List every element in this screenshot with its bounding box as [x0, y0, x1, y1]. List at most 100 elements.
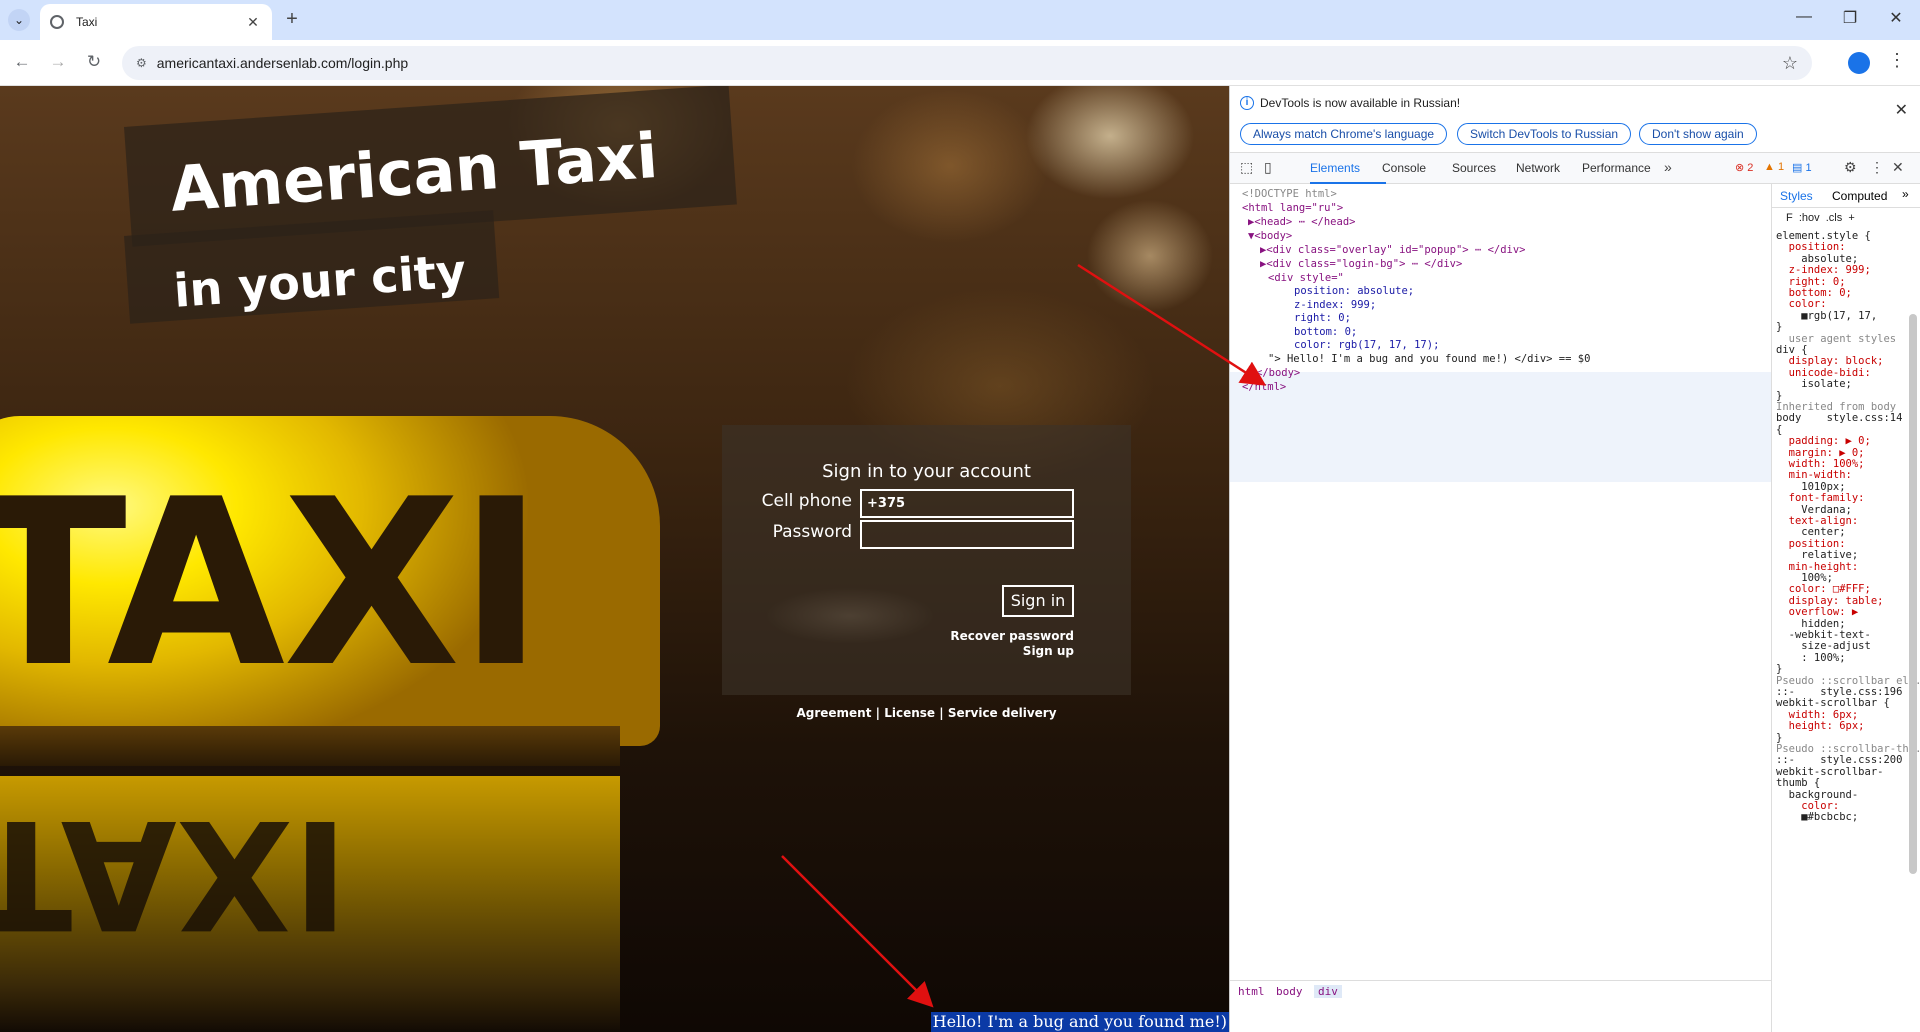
inspect-element-icon[interactable]: ⬚	[1240, 159, 1253, 176]
bookmark-star-icon[interactable]: ☆	[1782, 53, 1798, 74]
browser-menu-icon[interactable]: ⋮	[1888, 50, 1906, 71]
elements-tree: <!DOCTYPE html> <html lang="ru"> ▶<head>…	[1230, 184, 1771, 1002]
tab-strip: ⌄ Taxi ✕ + — ❐ ✕	[0, 0, 1920, 40]
phone-input[interactable]: +375	[860, 489, 1074, 518]
phone-label: Cell phone	[761, 491, 852, 511]
code-line[interactable]: </html>	[1242, 381, 1286, 393]
selected-node-highlight	[1230, 372, 1771, 482]
code-line[interactable]: <div style="	[1268, 272, 1344, 284]
code-line[interactable]: ▶<div class="login-bg"> ⋯ </div>	[1260, 258, 1462, 270]
message-count: 1	[1805, 162, 1812, 174]
style-rule-line: body style.css:14	[1776, 412, 1903, 425]
license-link[interactable]: License	[884, 706, 935, 720]
devtools-panel: i DevTools is now available in Russian! …	[1229, 86, 1920, 1032]
style-rule-line: }	[1776, 663, 1783, 676]
breadcrumb-html[interactable]: html	[1238, 985, 1265, 998]
browser-chrome: ⌄ Taxi ✕ + — ❐ ✕ ← → ↻ ⚙ americantaxi.an…	[0, 0, 1920, 86]
style-rule-line: unicode-bidi:	[1776, 366, 1871, 379]
new-tab-button[interactable]: +	[280, 8, 304, 31]
style-rule-line: margin: ▶ 0;	[1776, 446, 1865, 459]
style-rule-line: padding: ▶ 0;	[1776, 435, 1871, 448]
browser-tab[interactable]: Taxi ✕	[40, 4, 272, 40]
style-rule-line: ::- style.css:200	[1776, 754, 1903, 767]
settings-gear-icon[interactable]: ⚙	[1844, 159, 1857, 176]
style-rule-line: }	[1776, 321, 1783, 334]
address-bar[interactable]: ⚙ americantaxi.andersenlab.com/login.php…	[122, 46, 1812, 80]
style-rule-line: display: block;	[1776, 355, 1884, 368]
code-line: color: rgb(17, 17, 17);	[1294, 339, 1440, 351]
code-line: bottom: 0;	[1294, 326, 1358, 338]
tab-computed[interactable]: Computed	[1832, 189, 1887, 203]
style-rule-line: right: 0;	[1776, 275, 1846, 288]
back-icon[interactable]: ←	[10, 52, 34, 72]
warning-count-badge[interactable]: ▲ 1	[1764, 161, 1784, 173]
close-notice-icon[interactable]: ✕	[1895, 100, 1908, 120]
close-window-icon[interactable]: ✕	[1876, 8, 1916, 28]
tab-search-icon[interactable]: ⌄	[8, 9, 30, 31]
style-rule-line: width: 100%;	[1776, 458, 1865, 470]
styles-filter-bar[interactable]: F :hov .cls +	[1786, 212, 1855, 224]
info-icon: i	[1240, 96, 1254, 110]
code-line[interactable]: <!DOCTYPE html>	[1242, 188, 1337, 200]
reload-icon[interactable]: ↻	[82, 52, 106, 72]
restore-icon[interactable]: ❐	[1830, 8, 1870, 28]
style-rule-line: {	[1776, 423, 1783, 436]
more-style-tabs-icon[interactable]: »	[1902, 187, 1909, 201]
profile-avatar-icon[interactable]	[1848, 52, 1870, 74]
tab-console[interactable]: Console	[1382, 161, 1426, 175]
message-count-badge[interactable]: ▤ 1	[1792, 161, 1812, 174]
breadcrumb-div[interactable]: div	[1314, 985, 1342, 998]
style-rule-line: isolate;	[1776, 378, 1852, 391]
password-input[interactable]	[860, 520, 1074, 549]
tab-title: Taxi	[76, 15, 98, 29]
style-rule-line: color:	[1776, 800, 1840, 812]
code-line[interactable]: <html lang="ru">	[1242, 202, 1343, 214]
error-count-badge[interactable]: ⊗ 2	[1735, 161, 1753, 174]
styles-scrollbar[interactable]	[1909, 314, 1917, 874]
code-line: right: 0;	[1294, 312, 1351, 324]
styles-pane: Styles Computed » F :hov .cls + element.…	[1771, 184, 1920, 1032]
devtools-language-notice: i DevTools is now available in Russian!	[1240, 96, 1460, 110]
code-line[interactable]: </body>	[1256, 367, 1300, 379]
style-rule-line: min-height:	[1776, 560, 1859, 573]
code-line[interactable]: ▶<div class="overlay" id="popup"> ⋯ </di…	[1260, 244, 1526, 256]
device-toolbar-icon[interactable]: ▯	[1264, 159, 1272, 176]
always-match-language-button[interactable]: Always match Chrome's language	[1240, 123, 1448, 145]
login-title: Sign in to your account	[822, 461, 1031, 482]
close-devtools-icon[interactable]: ✕	[1892, 159, 1904, 176]
tab-styles[interactable]: Styles	[1780, 189, 1813, 203]
style-rule-line: color:	[1776, 298, 1827, 311]
close-tab-icon[interactable]: ✕	[244, 14, 262, 31]
style-rule-line: ■#bcbcbc;	[1776, 811, 1859, 824]
style-rule-line: overflow: ▶	[1776, 606, 1859, 619]
sign-up-link[interactable]: Sign up	[1023, 644, 1074, 658]
code-line: z-index: 999;	[1294, 299, 1377, 311]
tab-sources[interactable]: Sources	[1452, 161, 1496, 175]
style-rule-line: center;	[1776, 526, 1846, 539]
tab-elements[interactable]: Elements	[1310, 161, 1360, 175]
style-rule-line: bottom: 0;	[1776, 287, 1852, 299]
tab-performance[interactable]: Performance	[1582, 161, 1651, 175]
service-delivery-link[interactable]: Service delivery	[948, 706, 1057, 720]
url-text: americantaxi.andersenlab.com/login.php	[156, 55, 409, 71]
code-line[interactable]: ▶<head> ⋯ </head>	[1248, 216, 1355, 228]
tab-network[interactable]: Network	[1516, 161, 1560, 175]
devtools-menu-icon[interactable]: ⋮	[1870, 159, 1884, 176]
forward-icon[interactable]: →	[46, 52, 70, 72]
more-tabs-icon[interactable]: »	[1664, 159, 1672, 175]
globe-icon	[50, 15, 64, 29]
sign-in-button[interactable]: Sign in	[1002, 585, 1074, 617]
recover-password-link[interactable]: Recover password	[950, 629, 1074, 643]
code-line[interactable]: "> Hello! I'm a bug and you found me!) <…	[1268, 353, 1590, 365]
bug-text: Hello! I'm a bug and you found me!)	[930, 1012, 1229, 1032]
agreement-link[interactable]: Agreement	[796, 706, 871, 720]
code-line[interactable]: ▼<body>	[1248, 230, 1292, 242]
style-rule-line: }	[1776, 731, 1783, 744]
dont-show-again-button[interactable]: Don't show again	[1639, 123, 1757, 145]
minimize-icon[interactable]: —	[1784, 8, 1824, 26]
switch-language-button[interactable]: Switch DevTools to Russian	[1457, 123, 1632, 145]
style-rule-line: }	[1776, 389, 1783, 402]
breadcrumb-body[interactable]: body	[1276, 985, 1303, 998]
site-info-icon[interactable]: ⚙	[136, 56, 147, 70]
style-rule-line: Pseudo ::scrollbar-th...	[1776, 743, 1920, 755]
